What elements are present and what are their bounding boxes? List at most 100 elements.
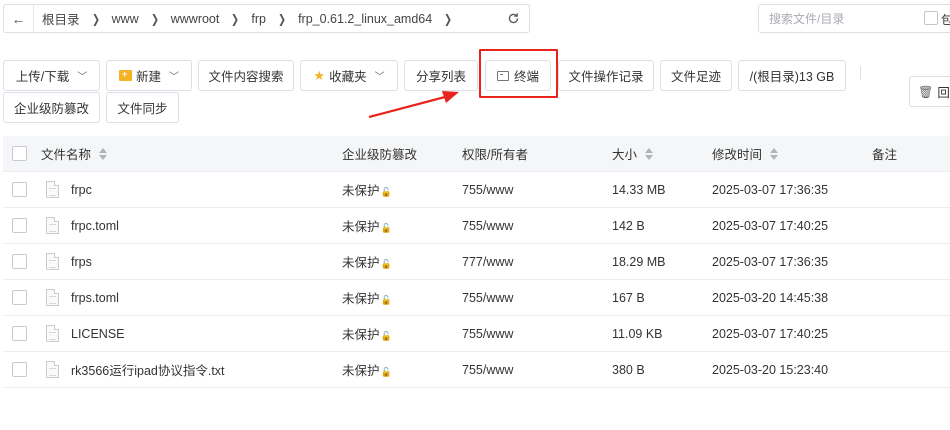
file-size: 11.09 KB xyxy=(612,326,663,341)
refresh-button[interactable] xyxy=(497,4,530,33)
protect-status[interactable]: 未保护 xyxy=(342,324,380,343)
new-label: 新建 xyxy=(135,70,161,84)
search-input[interactable]: 搜索文件/目录 xyxy=(758,4,950,33)
share-list-button[interactable]: 分享列表 xyxy=(404,60,478,91)
file-name[interactable]: frpc xyxy=(71,183,92,197)
sort-icon xyxy=(770,147,779,160)
permission[interactable]: 755/www xyxy=(462,219,513,233)
row-checkbox[interactable] xyxy=(12,218,27,233)
recycle-bin-button[interactable]: 🗑 回 xyxy=(909,76,950,107)
tamper-protection-button[interactable]: 企业级防篡改 xyxy=(3,92,100,123)
breadcrumb-item[interactable]: frp xyxy=(251,12,266,26)
file-op-log-button[interactable]: 文件操作记录 xyxy=(558,60,654,91)
file-name[interactable]: frps xyxy=(71,255,92,269)
tamper-protection-label: 企业级防篡改 xyxy=(13,102,89,116)
search-placeholder: 搜索文件/目录 xyxy=(769,12,845,26)
unlock-icon: 🔓 xyxy=(380,223,392,233)
protect-status[interactable]: 未保护 xyxy=(342,360,380,379)
unlock-icon: 🔓 xyxy=(380,187,392,197)
upload-download-button[interactable]: 上传/下载 ﹀ xyxy=(3,60,100,91)
header-size-label: 大小 xyxy=(612,148,638,162)
chevron-down-icon: ﹀ xyxy=(374,72,385,83)
chevron-down-icon: ﹀ xyxy=(169,72,179,83)
breadcrumb-item[interactable]: www xyxy=(112,12,139,26)
favorites-button[interactable]: ★ 收藏夹 ﹀ xyxy=(300,60,398,91)
protect-status[interactable]: 未保护 xyxy=(342,180,380,199)
row-checkbox[interactable] xyxy=(12,254,27,269)
file-name[interactable]: frpc.toml xyxy=(71,219,119,233)
breadcrumb-item[interactable]: wwwroot xyxy=(171,12,220,26)
row-checkbox[interactable] xyxy=(12,182,27,197)
table-row[interactable]: frps.toml 未保护 🔓 755/www 167 B 2025-03-20 … xyxy=(3,280,950,316)
permission[interactable]: 755/www xyxy=(462,183,513,197)
content-search-label: 文件内容搜索 xyxy=(208,70,284,84)
file-icon xyxy=(46,253,59,270)
modified-time: 2025-03-07 17:36:35 xyxy=(712,182,829,197)
file-size: 14.33 MB xyxy=(612,182,666,197)
header-note: 备注 xyxy=(872,148,898,162)
search-option-label: 包 xyxy=(941,13,950,27)
table-row[interactable]: frps 未保护 🔓 777/www 18.29 MB 2025-03-07 17… xyxy=(3,244,950,280)
new-folder-icon xyxy=(118,69,132,81)
table-row[interactable]: frpc 未保护 🔓 755/www 14.33 MB 2025-03-07 17… xyxy=(3,172,950,208)
disk-usage-button[interactable]: /(根目录)13 GB xyxy=(738,60,846,91)
permission[interactable]: 755/www xyxy=(462,363,513,377)
chevron-down-icon: ﹀ xyxy=(77,72,88,83)
modified-time: 2025-03-07 17:40:25 xyxy=(712,218,829,233)
terminal-label: 终端 xyxy=(513,70,539,84)
header-perm: 权限/所有者 xyxy=(462,148,528,162)
row-checkbox[interactable] xyxy=(12,326,27,341)
unlock-icon: 🔓 xyxy=(380,331,392,341)
header-size[interactable]: 大小 xyxy=(612,144,654,163)
toolbar-divider xyxy=(860,66,861,80)
table-row[interactable]: rk3566运行ipad协议指令.txt 未保护 🔓 755/www 380 B … xyxy=(3,352,950,388)
file-name[interactable]: rk3566运行ipad协议指令.txt xyxy=(71,360,225,379)
sort-icon xyxy=(645,147,654,160)
header-protect: 企业级防篡改 xyxy=(342,144,417,163)
upload-download-label: 上传/下载 xyxy=(15,70,70,84)
file-size: 18.29 MB xyxy=(612,254,666,269)
table-row[interactable]: frpc.toml 未保护 🔓 755/www 142 B 2025-03-07 … xyxy=(3,208,950,244)
modified-time: 2025-03-20 14:45:38 xyxy=(712,290,829,305)
select-all-checkbox[interactable] xyxy=(12,146,27,161)
protect-status[interactable]: 未保护 xyxy=(342,252,380,271)
share-list-label: 分享列表 xyxy=(415,70,466,84)
file-icon xyxy=(46,217,59,234)
breadcrumb-separator-icon: ❯ xyxy=(278,11,287,26)
search-include-checkbox[interactable] xyxy=(924,11,938,25)
table-row[interactable]: LICENSE 未保护 🔓 755/www 11.09 KB 2025-03-07… xyxy=(3,316,950,352)
row-checkbox[interactable] xyxy=(12,290,27,305)
permission[interactable]: 777/www xyxy=(462,255,513,269)
header-mtime-label: 修改时间 xyxy=(712,148,763,162)
terminal-button[interactable]: 终端 xyxy=(485,60,551,91)
file-table: 文件名称 企业级防篡改 权限/所有者 大小 修改时间 备注 frpc 未保护 🔓 … xyxy=(3,136,950,388)
permission[interactable]: 755/www xyxy=(462,291,513,305)
header-protect-label: 企业级防篡改 xyxy=(342,148,418,162)
content-search-button[interactable]: 文件内容搜索 xyxy=(198,60,294,91)
table-header: 文件名称 企业级防篡改 权限/所有者 大小 修改时间 备注 xyxy=(3,136,950,172)
back-arrow-icon[interactable]: ← xyxy=(4,5,34,32)
row-checkbox[interactable] xyxy=(12,362,27,377)
path-bar: ← 根目录 ❯ www ❯ wwwroot ❯ frp ❯ frp_0.61.2… xyxy=(3,4,530,33)
new-button[interactable]: 新建 ﹀ xyxy=(106,60,192,91)
breadcrumb-item[interactable]: 根目录 xyxy=(42,9,80,28)
trash-icon: 🗑 xyxy=(918,84,934,99)
file-sync-button[interactable]: 文件同步 xyxy=(106,92,179,123)
header-name[interactable]: 文件名称 xyxy=(41,144,108,163)
protect-status[interactable]: 未保护 xyxy=(342,288,380,307)
sort-icon xyxy=(99,147,108,160)
file-footprint-button[interactable]: 文件足迹 xyxy=(660,60,732,91)
header-mtime[interactable]: 修改时间 xyxy=(712,144,779,163)
file-name[interactable]: LICENSE xyxy=(71,327,125,341)
file-op-log-label: 文件操作记录 xyxy=(568,70,644,84)
protect-status[interactable]: 未保护 xyxy=(342,216,380,235)
file-name[interactable]: frps.toml xyxy=(71,291,119,305)
modified-time: 2025-03-07 17:40:25 xyxy=(712,326,829,341)
file-icon xyxy=(46,181,59,198)
permission[interactable]: 755/www xyxy=(462,327,513,341)
file-size: 380 B xyxy=(612,362,645,377)
breadcrumb-separator-icon: ❯ xyxy=(91,11,100,26)
breadcrumb-item[interactable]: frp_0.61.2_linux_amd64 xyxy=(298,12,432,26)
unlock-icon: 🔓 xyxy=(380,259,392,269)
file-icon xyxy=(46,289,59,306)
